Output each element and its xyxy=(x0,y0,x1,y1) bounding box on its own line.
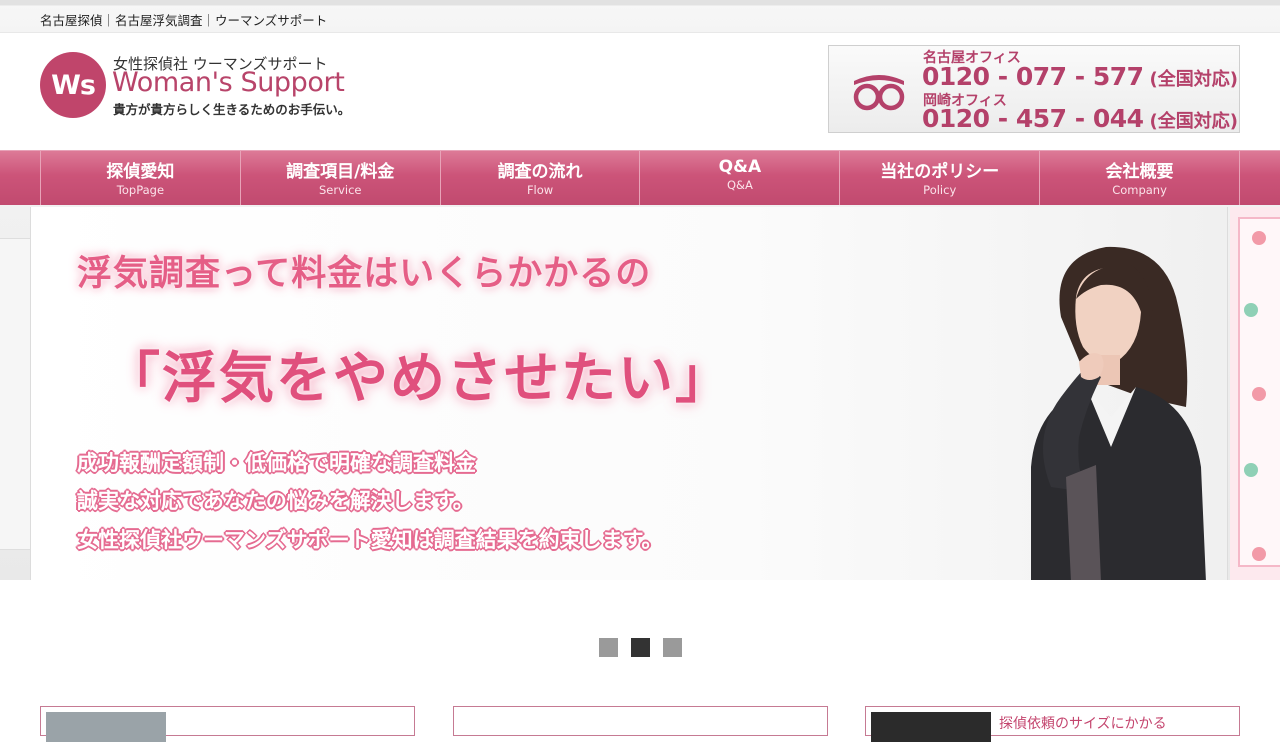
slide-headline: 「浮気をやめさせたい」 xyxy=(105,346,733,410)
nav-label-en: TopPage xyxy=(116,183,165,197)
nav-item-policy[interactable]: 当社のポリシー Policy xyxy=(840,151,1041,205)
card-thumbnail xyxy=(46,712,166,742)
site-logo[interactable]: Ws 女性探偵社 ウーマンズサポート Woman's Support 貴方が貴方… xyxy=(40,52,360,122)
breadcrumb: 名古屋探偵｜名古屋浮気調査｜ウーマンズサポート xyxy=(40,13,328,28)
nav-label-en: Q&A xyxy=(726,178,753,192)
nav-label-en: Policy xyxy=(923,183,957,197)
nav-label-jp: 探偵愛知 xyxy=(106,162,175,182)
decor-dot xyxy=(1252,231,1266,245)
decor-dot xyxy=(1252,387,1266,401)
slide-line: 女性探偵社ウーマンズサポート愛知は調査結果を約束します。 xyxy=(77,528,663,552)
feature-card-2[interactable] xyxy=(453,706,828,736)
decor-dot xyxy=(1244,303,1258,317)
feature-card-1[interactable] xyxy=(40,706,415,742)
hero-slide[interactable]: 浮気調査って料金はいくらかかるの 「浮気をやめさせたい」 成功報酬定額制・低価格… xyxy=(30,207,1228,580)
previous-slide-peek[interactable] xyxy=(0,238,30,550)
nav-label-jp: Q&A xyxy=(718,157,762,177)
top-bar: 名古屋探偵｜名古屋浮気調査｜ウーマンズサポート xyxy=(0,0,1280,33)
nav-item-top[interactable]: 探偵愛知 TopPage xyxy=(41,151,241,205)
slide-line: 誠実な対応であなたの悩みを解決します。 xyxy=(77,489,474,513)
pager-dot-2[interactable] xyxy=(631,638,650,657)
card-title: 探偵依頼のサイズにかかる xyxy=(999,716,1167,732)
slide-line: 成功報酬定額制・低価格で明確な調査料金 xyxy=(77,451,476,475)
nav-item-service[interactable]: 調査項目/料金 Service xyxy=(241,151,441,205)
nav-label-en: Flow xyxy=(526,183,554,197)
office1-number: 0120 - 077 - 577 xyxy=(922,62,1144,91)
slide-question: 浮気調査って料金はいくらかかるの xyxy=(77,254,652,294)
logo-tagline-bottom: 貴方が貴方らしく生きるためのお手伝い。 xyxy=(113,102,351,117)
nav-label-jp: 会社概要 xyxy=(1105,162,1174,182)
next-slide-peek[interactable] xyxy=(1230,207,1280,580)
nav-label-jp: 調査の流れ xyxy=(497,162,583,182)
main-navigation: 探偵愛知 TopPage 調査項目/料金 Service 調査の流れ Flow Q&A… xyxy=(0,150,1280,205)
decor-dot xyxy=(1252,547,1266,561)
woman-photo xyxy=(1031,246,1206,580)
nav-item-qa[interactable]: Q&A Q&A xyxy=(640,151,841,205)
nav-item-company[interactable]: 会社概要 Company xyxy=(1040,151,1240,205)
nav-label-en: Company xyxy=(1112,183,1167,197)
site-header: Ws 女性探偵社 ウーマンズサポート Woman's Support 貴方が貴方… xyxy=(0,33,1280,150)
logo-name: Woman's Support xyxy=(112,67,345,98)
pager-dot-1[interactable] xyxy=(599,638,618,657)
office2-note: (全国対応) xyxy=(1149,111,1238,132)
nav-item-flow[interactable]: 調査の流れ Flow xyxy=(441,151,641,205)
freedial-icon xyxy=(853,75,905,111)
nav-label-jp: 調査項目/料金 xyxy=(286,162,395,182)
nav-label-en: Service xyxy=(318,183,362,197)
phone-contact-box[interactable]: 名古屋オフィス 0120 - 077 - 577 (全国対応) 岡崎オフィス 01… xyxy=(828,45,1240,133)
office2-number: 0120 - 457 - 044 xyxy=(922,104,1144,133)
slider-pager xyxy=(599,638,682,657)
office1-phone[interactable]: 0120 - 077 - 577 (全国対応) xyxy=(922,62,1238,91)
card-thumbnail xyxy=(871,712,991,742)
office1-note: (全国対応) xyxy=(1149,69,1238,90)
logo-mark: Ws xyxy=(40,52,106,118)
nav-label-jp: 当社のポリシー xyxy=(880,162,1000,182)
pager-dot-3[interactable] xyxy=(663,638,682,657)
office2-phone[interactable]: 0120 - 457 - 044 (全国対応) xyxy=(922,104,1238,133)
decor-dot xyxy=(1244,463,1258,477)
feature-card-3[interactable]: 探偵依頼のサイズにかかる xyxy=(865,706,1240,742)
